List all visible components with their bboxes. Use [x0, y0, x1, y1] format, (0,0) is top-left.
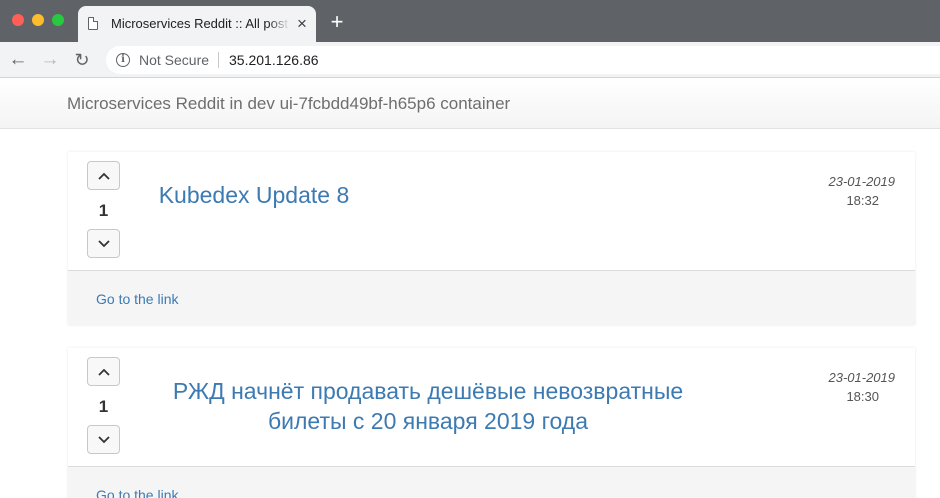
post-body: 1 РЖД начнёт продавать дешёвые невозврат… — [68, 348, 915, 466]
post-card: 1 РЖД начнёт продавать дешёвые невозврат… — [68, 348, 915, 498]
back-icon[interactable]: ← — [6, 48, 30, 72]
upvote-button[interactable] — [87, 357, 120, 386]
window-minimize-button[interactable] — [32, 14, 44, 26]
post-body: 1 Kubedex Update 8 23-01-2019 18:32 — [68, 152, 915, 270]
chevron-up-icon — [97, 172, 110, 180]
tab-title: Microservices Reddit :: All posts — [111, 16, 289, 31]
post-title[interactable]: РЖД начнёт продавать дешёвые невозвратны… — [148, 376, 708, 436]
address-bar[interactable]: i Not Secure 35.201.126.86 — [106, 46, 940, 74]
info-icon[interactable]: i — [116, 53, 130, 67]
new-tab-button[interactable]: + — [326, 11, 348, 33]
tab-close-button[interactable]: × — [292, 14, 312, 34]
post-time: 18:32 — [846, 193, 879, 208]
forward-icon[interactable]: → — [38, 48, 62, 72]
reload-icon[interactable]: ↻ — [70, 48, 94, 72]
security-label[interactable]: Not Secure — [139, 52, 209, 68]
vote-count: 1 — [98, 397, 109, 416]
browser-tabstrip: Microservices Reddit :: All posts × + — [0, 0, 940, 42]
window-close-button[interactable] — [12, 14, 24, 26]
upvote-button[interactable] — [87, 161, 120, 190]
post-title[interactable]: Kubedex Update 8 — [154, 180, 354, 210]
go-to-link[interactable]: Go to the link — [96, 487, 179, 498]
go-to-link[interactable]: Go to the link — [96, 291, 179, 307]
post-date: 23-01-2019 — [828, 174, 896, 189]
page-icon — [88, 17, 98, 30]
post-card: 1 Kubedex Update 8 23-01-2019 18:32 Go t… — [68, 152, 915, 325]
browser-tab[interactable]: Microservices Reddit :: All posts × — [78, 6, 316, 42]
window-zoom-button[interactable] — [52, 14, 64, 26]
chevron-down-icon — [97, 436, 110, 444]
site-navbar: Microservices Reddit in dev ui-7fcbdd49b… — [0, 78, 940, 129]
chevron-up-icon — [97, 368, 110, 376]
post-time: 18:30 — [846, 389, 879, 404]
url-text[interactable]: 35.201.126.86 — [229, 52, 319, 68]
post-date: 23-01-2019 — [828, 370, 896, 385]
post-footer: Go to the link — [68, 270, 915, 325]
site-brand[interactable]: Microservices Reddit in dev ui-7fcbdd49b… — [67, 94, 510, 114]
chevron-down-icon — [97, 240, 110, 248]
post-footer: Go to the link — [68, 466, 915, 498]
browser-toolbar: ← → ↻ i Not Secure 35.201.126.86 — [0, 42, 940, 78]
downvote-button[interactable] — [87, 229, 120, 258]
downvote-button[interactable] — [87, 425, 120, 454]
omnibox-divider — [218, 52, 219, 68]
vote-count: 1 — [98, 201, 109, 220]
